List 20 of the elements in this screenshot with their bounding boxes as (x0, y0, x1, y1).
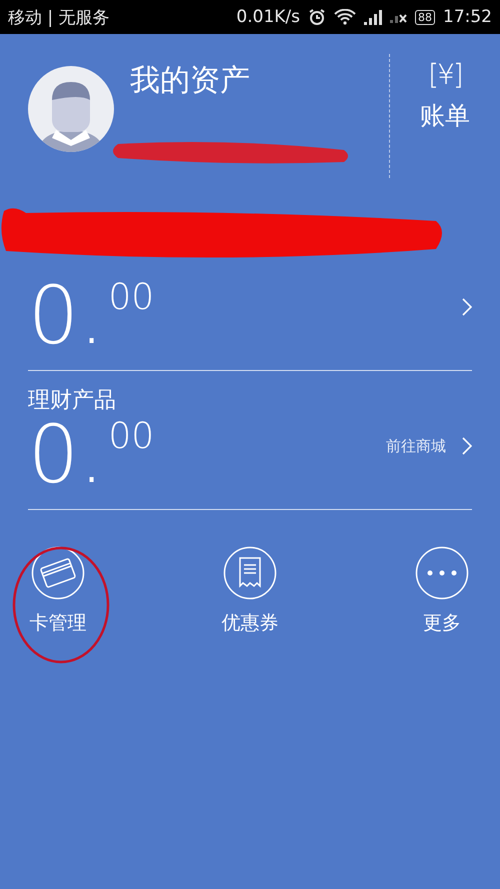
clock-time: 17:52 (443, 7, 492, 27)
chevron-icon[interactable] (462, 298, 472, 316)
wifi-icon (334, 9, 356, 25)
network-speed: 0.01K/s (236, 7, 300, 27)
battery-level: 88 (415, 10, 435, 24)
receipt-icon[interactable] (223, 546, 277, 600)
action-label[interactable]: 优惠券 (222, 610, 278, 636)
carrier-text: 移动 | 无服务 (8, 6, 110, 28)
section-title: 理财产品 (28, 387, 117, 415)
action-label[interactable]: 卡管理 (30, 610, 86, 636)
bill-icon[interactable]: [¥] (428, 58, 462, 91)
chevron-icon[interactable] (462, 437, 472, 455)
action-label[interactable]: 更多 (423, 610, 461, 636)
page-title: 我的资产 (130, 62, 250, 100)
alarm-icon (308, 8, 326, 26)
signal-icon (364, 9, 382, 25)
more-icon[interactable] (415, 546, 469, 600)
bill-link[interactable]: 账单 (420, 99, 470, 132)
card-icon[interactable] (31, 546, 85, 600)
mall-link[interactable]: 前往商城 (386, 437, 446, 456)
